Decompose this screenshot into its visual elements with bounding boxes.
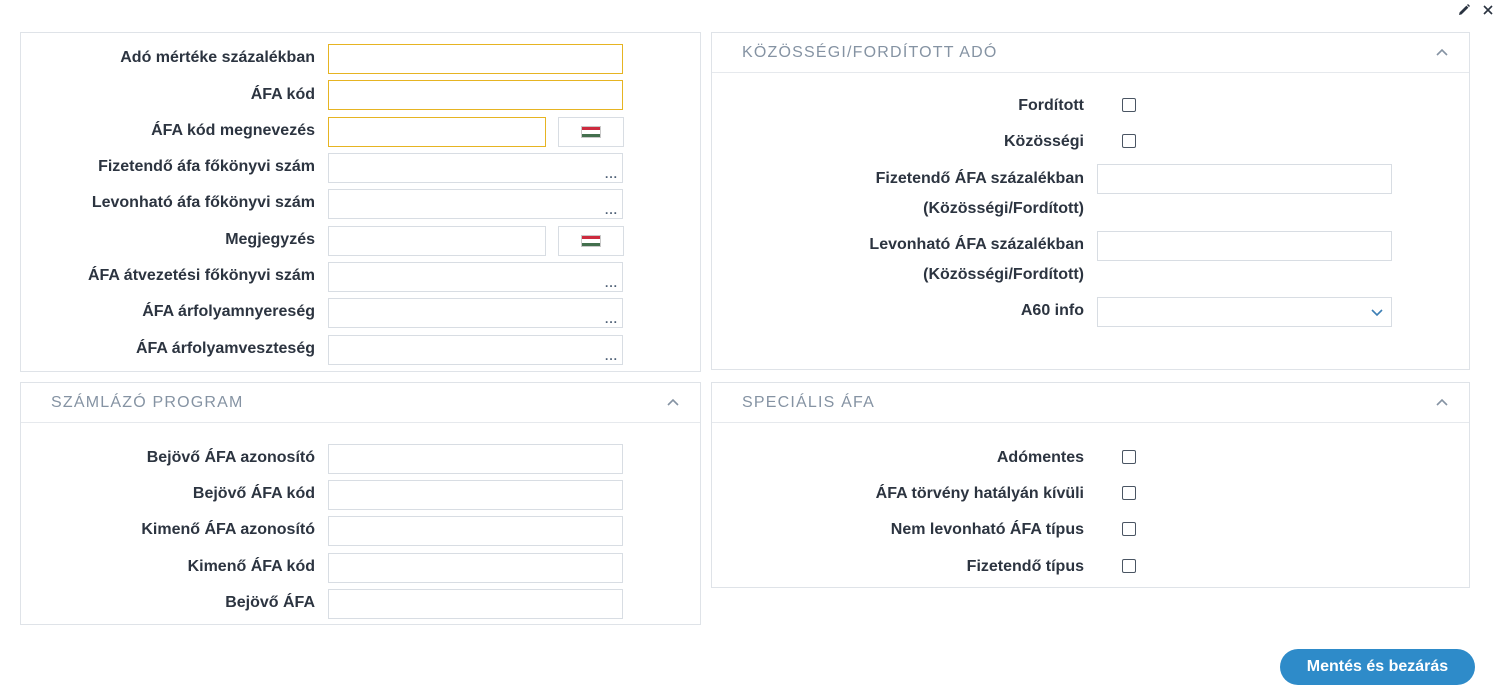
a60-info-label: A60 info (1020, 302, 1084, 319)
community-panel: KÖZÖSSÉGI/FORDÍTOTT ADÓ Fordított Közöss… (711, 32, 1470, 370)
incoming-vat-id-input[interactable] (328, 444, 623, 474)
close-icon[interactable] (1481, 3, 1495, 17)
panel-header[interactable]: SPECIÁLIS ÁFA (712, 383, 1469, 423)
hungarian-flag-icon (581, 235, 601, 247)
field-label-incoming-vat-id: Bejövő ÁFA azonosító (146, 449, 315, 466)
pencil-icon[interactable] (1457, 3, 1471, 17)
field-label-outgoing-vat-code: Kimenő ÁFA kód (187, 558, 315, 575)
incoming-vat-input[interactable] (328, 589, 623, 619)
payable-type-checkbox[interactable] (1122, 559, 1136, 573)
tax-exempt-checkbox[interactable] (1122, 450, 1136, 464)
tax-exempt-label: Adómentes (996, 449, 1084, 466)
chevron-down-icon (1371, 309, 1383, 317)
payable-percent-input[interactable] (1097, 164, 1392, 194)
vat-code-input[interactable] (328, 80, 623, 110)
deductible-account-input[interactable]: ... (328, 189, 623, 219)
lookup-icon[interactable]: ... (605, 277, 618, 289)
incoming-vat-code-input[interactable] (328, 480, 623, 510)
panel-header[interactable]: SZÁMLÁZÓ PROGRAM (21, 383, 700, 423)
billing-panel: SZÁMLÁZÓ PROGRAM Bejövő ÁFA azonosító Be… (20, 382, 701, 625)
field-label-vat-code: ÁFA kód (250, 86, 315, 103)
field-label-vat-code-name: ÁFA kód megnevezés (151, 122, 315, 139)
language-button[interactable] (558, 117, 624, 147)
save-and-close-button[interactable]: Mentés és bezárás (1280, 649, 1475, 685)
field-label-note: Megjegyzés (225, 231, 315, 248)
language-button[interactable] (558, 226, 624, 256)
reverse-label: Fordított (1018, 97, 1084, 114)
field-label-fx-loss: ÁFA árfolyamveszteség (135, 340, 315, 357)
non-deductible-label: Nem levonható ÁFA típus (890, 521, 1084, 538)
payable-percent-label: Fizetendő ÁFA százalékban (Közösségi/For… (875, 170, 1084, 217)
chevron-up-icon[interactable] (1435, 46, 1449, 60)
tax-rate-input[interactable] (328, 44, 623, 74)
note-input[interactable] (328, 226, 546, 256)
payable-account-input[interactable]: ... (328, 153, 623, 183)
field-label-incoming-vat-code: Bejövő ÁFA kód (192, 485, 315, 502)
hungarian-flag-icon (581, 126, 601, 138)
field-label-tax-rate: Adó mértéke százalékban (120, 49, 315, 66)
field-label-incoming-vat: Bejövő ÁFA (225, 594, 315, 611)
field-label-deductible-account: Levonható áfa főkönyvi szám (91, 194, 315, 211)
lookup-icon[interactable]: ... (605, 168, 618, 180)
out-of-scope-checkbox[interactable] (1122, 486, 1136, 500)
window-toolbar (1457, 3, 1495, 17)
chevron-up-icon[interactable] (666, 396, 680, 410)
community-checkbox[interactable] (1122, 134, 1136, 148)
panel-title: KÖZÖSSÉGI/FORDÍTOTT ADÓ (742, 43, 998, 61)
outgoing-vat-code-input[interactable] (328, 553, 623, 583)
panel-title: SZÁMLÁZÓ PROGRAM (51, 393, 244, 411)
field-label-fx-gain: ÁFA árfolyamnyereség (142, 303, 315, 320)
outgoing-vat-id-input[interactable] (328, 516, 623, 546)
a60-info-select[interactable] (1097, 297, 1392, 327)
fx-loss-input[interactable]: ... (328, 335, 623, 365)
panel-title: SPECIÁLIS ÁFA (742, 393, 875, 411)
community-label: Közösségi (1003, 133, 1084, 150)
non-deductible-checkbox[interactable] (1122, 522, 1136, 536)
field-label-payable-account: Fizetendő áfa főkönyvi szám (98, 158, 315, 175)
deductible-percent-input[interactable] (1097, 231, 1392, 261)
transfer-account-input[interactable]: ... (328, 262, 623, 292)
lookup-icon[interactable]: ... (605, 204, 618, 216)
lookup-icon[interactable]: ... (605, 350, 618, 362)
special-vat-panel: SPECIÁLIS ÁFA Adómentes ÁFA törvény hatá… (711, 382, 1470, 588)
lookup-icon[interactable]: ... (605, 313, 618, 325)
general-panel: Adó mértéke százalékban ÁFA kód ÁFA kód … (20, 32, 701, 372)
field-label-transfer-account: ÁFA átvezetési főkönyvi szám (87, 267, 315, 284)
out-of-scope-label: ÁFA törvény hatályán kívüli (875, 485, 1084, 502)
panel-header[interactable]: KÖZÖSSÉGI/FORDÍTOTT ADÓ (712, 33, 1469, 73)
deductible-percent-label: Levonható ÁFA százalékban (Közösségi/For… (869, 236, 1084, 283)
field-label-outgoing-vat-id: Kimenő ÁFA azonosító (141, 521, 315, 538)
payable-type-label: Fizetendő típus (966, 558, 1084, 575)
vat-code-name-input[interactable] (328, 117, 546, 147)
fx-gain-input[interactable]: ... (328, 298, 623, 328)
reverse-checkbox[interactable] (1122, 98, 1136, 112)
chevron-up-icon[interactable] (1435, 396, 1449, 410)
